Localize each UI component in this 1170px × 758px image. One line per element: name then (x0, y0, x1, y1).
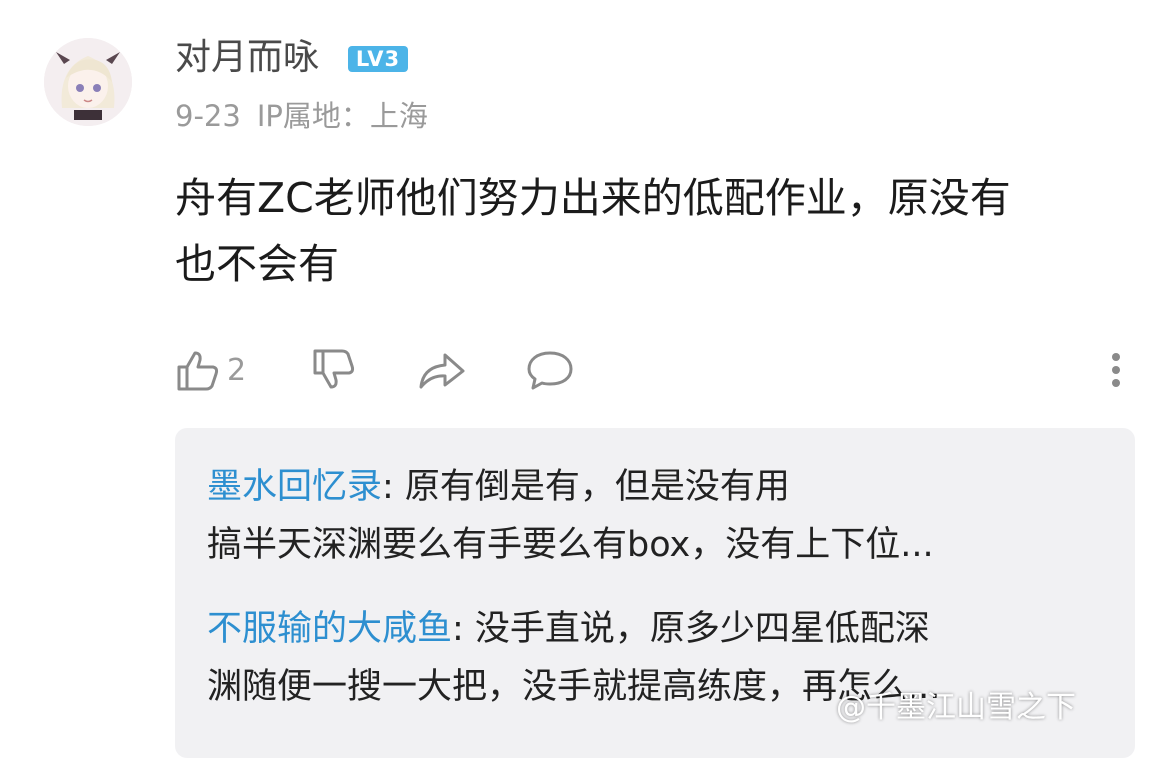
user-avatar[interactable] (44, 38, 132, 126)
ip-location: IP属地：上海 (256, 99, 428, 133)
comment-text-line: 也不会有 (175, 240, 339, 288)
watermark: @千墨江山雪之下 (836, 690, 1076, 725)
more-vertical-icon (1112, 353, 1120, 387)
reply-line: 墨水回忆录: 原有倒是有，但是没有用 (207, 458, 1107, 516)
reply-text: : 没手直说，原多少四星低配深 (452, 609, 930, 649)
reply-author[interactable]: 墨水回忆录 (207, 467, 382, 507)
comment-date: 9-23 (175, 99, 241, 133)
comment-text-line: 舟有ZC老师他们努力出来的低配作业，原没有 (175, 174, 1011, 222)
comment-text: 舟有ZC老师他们努力出来的低配作业，原没有 也不会有 (175, 165, 1135, 297)
share-icon (419, 353, 465, 389)
level-badge: LV3 (348, 46, 408, 72)
reply-line: 不服输的大咸鱼: 没手直说，原多少四星低配深 (207, 600, 1107, 658)
comment-meta: 9-23 IP属地：上海 (175, 96, 428, 136)
comment-username[interactable]: 对月而咏 (175, 34, 319, 82)
thumbs-down-icon (313, 349, 355, 389)
comment-icon (527, 351, 573, 390)
reply-item[interactable]: 墨水回忆录: 原有倒是有，但是没有用 搞半天深渊要么有手要么有box，没有上下位… (207, 458, 1107, 574)
reply-line: 搞半天深渊要么有手要么有box，没有上下位... (207, 525, 934, 565)
reply-text: : 原有倒是有，但是没有用 (382, 467, 790, 507)
like-button[interactable]: 2 (175, 340, 246, 400)
share-button[interactable] (417, 340, 467, 400)
comment-actions: 2 (175, 340, 1135, 400)
more-options-button[interactable] (1105, 340, 1127, 400)
avatar-illustration (44, 38, 132, 126)
like-count: 2 (227, 352, 247, 388)
dislike-button[interactable] (311, 340, 357, 400)
reply-button[interactable] (525, 340, 575, 400)
thumbs-up-icon (177, 351, 219, 391)
reply-author[interactable]: 不服输的大咸鱼 (207, 609, 452, 649)
